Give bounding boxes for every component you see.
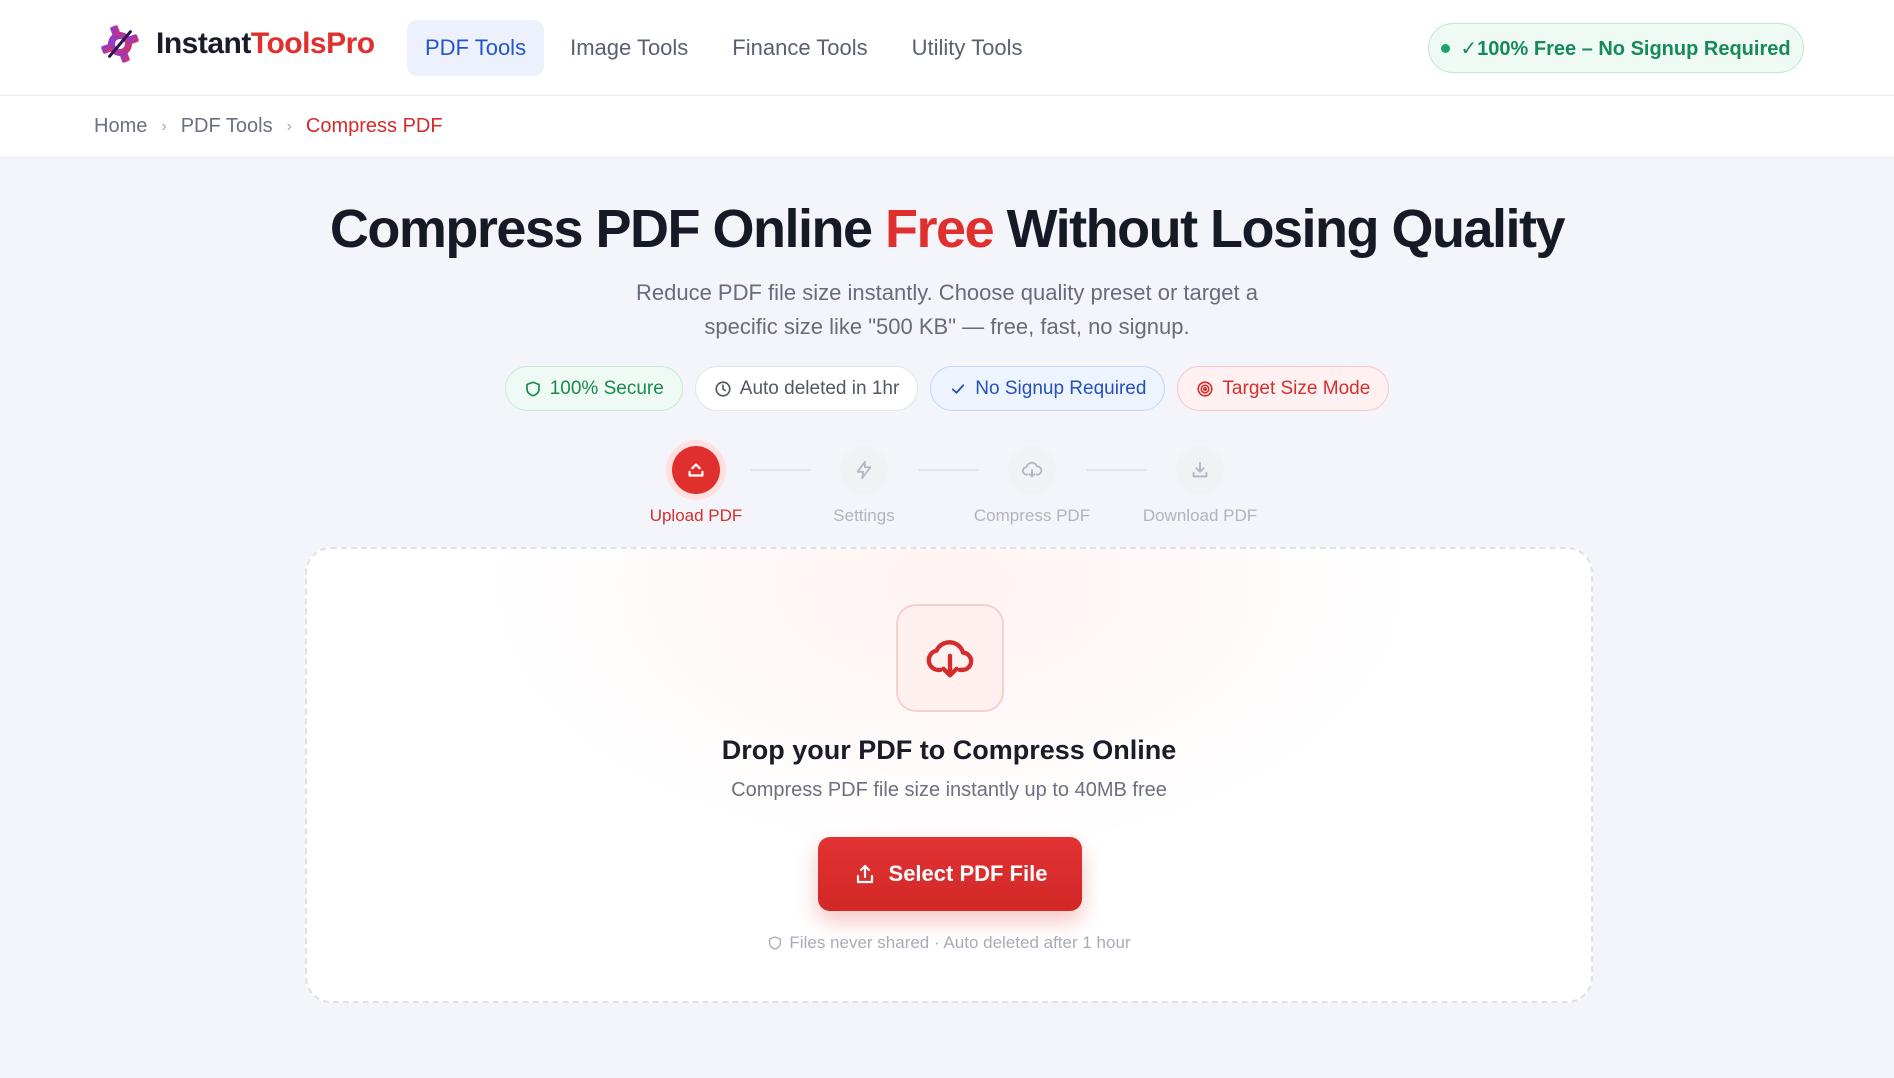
upload-icon <box>856 864 873 884</box>
upload-icon <box>688 463 704 477</box>
breadcrumb-home[interactable]: Home <box>94 115 147 138</box>
step-settings: Settings <box>794 446 934 526</box>
nav-pdf-tools[interactable]: PDF Tools <box>407 20 545 76</box>
step-compress-label: Compress PDF <box>973 506 1091 525</box>
badge-secure: 100% Secure <box>504 366 683 411</box>
step-upload: Upload PDF <box>626 446 766 526</box>
dropzone-title: Drop your PDF to Compress Online <box>721 735 1177 765</box>
page-title-part1: Compress PDF Online <box>329 199 886 259</box>
clock-icon <box>715 380 731 397</box>
step-download: Download PDF <box>1130 446 1270 526</box>
page-title-part2: Without Losing Quality <box>993 199 1566 259</box>
step-upload-label: Upload PDF <box>649 506 743 525</box>
page-title: Compress PDF Online Free Without Losing … <box>0 198 1894 260</box>
chevron-right-icon: › <box>286 117 292 135</box>
page-subtitle: Reduce PDF file size instantly. Choose q… <box>635 280 1258 339</box>
badge-target-size: Target Size Mode <box>1177 366 1390 411</box>
brand-name-part1: Instant <box>156 27 251 60</box>
step-compress-circle <box>1008 446 1056 494</box>
page-title-highlight: Free <box>885 199 995 259</box>
badge-no-signup: No Signup Required <box>930 366 1166 411</box>
shield-icon <box>525 380 540 397</box>
select-pdf-button[interactable]: Select PDF File <box>818 837 1082 911</box>
logo-icon <box>101 25 139 63</box>
brand-name: InstantToolsPro <box>156 27 375 61</box>
step-compress: Compress PDF <box>962 446 1102 526</box>
privacy-note: Files never shared · Auto deleted after … <box>307 933 1591 953</box>
check-icon <box>952 383 965 394</box>
site-header: InstantToolsPro PDF Tools Image Tools Fi… <box>0 0 1894 96</box>
step-upload-circle <box>672 446 720 494</box>
target-icon <box>1197 380 1213 397</box>
status-dot-icon <box>1441 43 1451 53</box>
free-badge: ✓100% Free – No Signup Required <box>1428 23 1804 73</box>
badge-auto-delete-label: Auto deleted in 1hr <box>739 377 900 399</box>
nav-finance-tools[interactable]: Finance Tools <box>714 20 885 76</box>
free-badge-label: ✓100% Free – No Signup Required <box>1460 37 1791 60</box>
feature-badges: 100% Secure Auto deleted in 1hr No Signu… <box>0 366 1894 411</box>
chevron-right-icon: › <box>161 117 167 135</box>
badge-secure-label: 100% Secure <box>549 377 664 399</box>
badge-target-size-label: Target Size Mode <box>1222 377 1371 399</box>
upload-dropzone[interactable]: Drop your PDF to Compress Online Compres… <box>305 547 1593 1003</box>
breadcrumb-current: Compress PDF <box>305 115 443 137</box>
badge-auto-delete: Auto deleted in 1hr <box>694 366 919 411</box>
step-download-circle <box>1176 446 1224 494</box>
nav-image-tools[interactable]: Image Tools <box>552 20 706 76</box>
dropzone-subtitle: Compress PDF file size instantly up to 4… <box>731 779 1167 801</box>
step-settings-label: Settings <box>833 506 895 525</box>
breadcrumb: Home › PDF Tools › Compress PDF <box>0 96 1894 158</box>
progress-steps: Upload PDF Settings Compress PDF Downloa… <box>0 446 1894 526</box>
drop-icon-box <box>896 604 1004 712</box>
main-nav: PDF Tools Image Tools Finance Tools Util… <box>407 20 1041 76</box>
bolt-icon <box>856 460 872 480</box>
nav-utility-tools[interactable]: Utility Tools <box>894 20 1041 76</box>
select-pdf-button-label: Select PDF File <box>888 861 1048 886</box>
brand-name-part2: ToolsPro <box>250 27 375 60</box>
breadcrumb-pdf-tools[interactable]: PDF Tools <box>181 115 273 138</box>
step-download-label: Download PDF <box>1142 506 1258 525</box>
cloud-icon <box>1021 461 1043 478</box>
cloud-download-icon <box>926 640 974 678</box>
step-settings-circle <box>840 446 888 494</box>
brand-logo[interactable]: InstantToolsPro <box>98 22 375 66</box>
download-icon <box>1192 461 1208 478</box>
shield-icon <box>769 936 782 950</box>
privacy-note-label: Files never shared · Auto deleted after … <box>789 933 1131 952</box>
badge-no-signup-label: No Signup Required <box>975 377 1147 399</box>
